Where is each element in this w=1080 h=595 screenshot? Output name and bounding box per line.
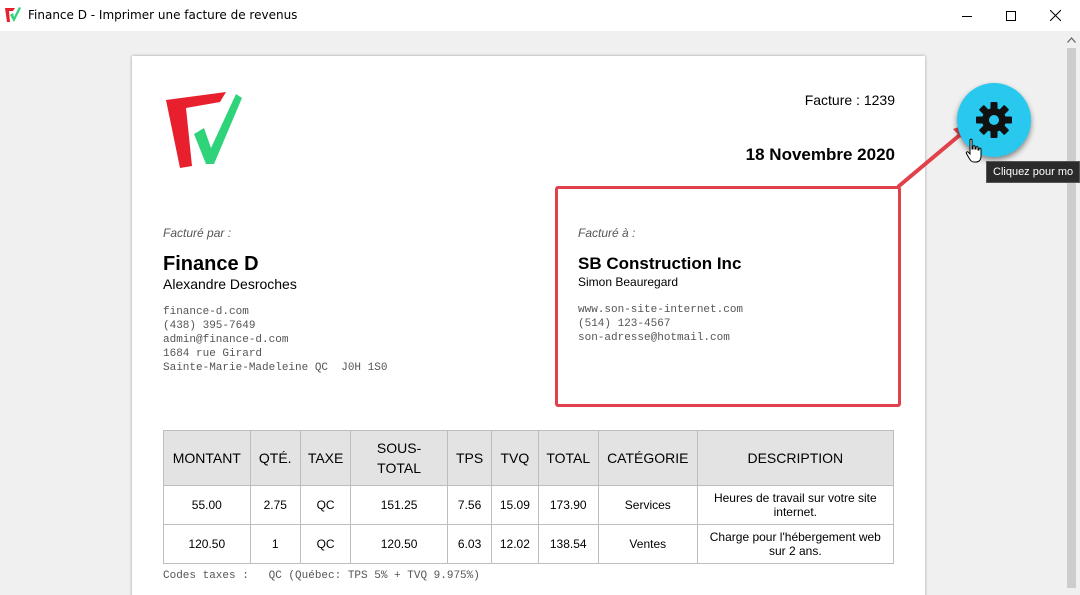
- cell-description: Heures de travail sur votre site interne…: [696, 485, 895, 525]
- col-header-subtotal: SOUS-TOTAL: [350, 430, 448, 486]
- chevron-up-icon: [1067, 36, 1076, 43]
- cell-total: 138.54: [537, 524, 599, 564]
- billed-by-label: Facturé par :: [163, 226, 232, 240]
- col-header-category: CATÉGORIE: [597, 430, 698, 486]
- client-highlight-box: [555, 186, 901, 407]
- cell-tps: 7.56: [446, 485, 493, 525]
- cell-total: 173.90: [537, 485, 599, 525]
- minimize-icon: [962, 15, 972, 17]
- col-header-description: DESCRIPTION: [696, 430, 895, 486]
- scroll-up-button[interactable]: [1063, 31, 1080, 48]
- maximize-button[interactable]: [988, 0, 1034, 31]
- cell-subtotal: 151.25: [350, 485, 448, 525]
- cell-tax: QC: [299, 485, 352, 525]
- close-button[interactable]: [1032, 0, 1078, 31]
- gear-icon: [976, 102, 1012, 138]
- col-header-tps: TPS: [446, 430, 493, 486]
- seller-details: finance-d.com (438) 395-7649 admin@finan…: [163, 306, 388, 374]
- invoice-number-label: Facture :: [804, 92, 860, 108]
- finance-d-logo: [166, 92, 242, 168]
- col-header-total: TOTAL: [537, 430, 599, 486]
- cell-tps: 6.03: [446, 524, 493, 564]
- cell-category: Ventes: [597, 524, 698, 564]
- tax-codes-note: Codes taxes : QC (Québec: TPS 5% + TVQ 9…: [163, 570, 480, 582]
- invoice-number: Facture : 1239: [805, 92, 895, 108]
- cell-quantity: 2.75: [249, 485, 301, 525]
- cell-tvq: 12.02: [491, 524, 539, 564]
- invoice-items-table: MONTANT QTÉ. TAXE SOUS-TOTAL TPS TVQ TOT…: [163, 430, 895, 564]
- close-icon: [1049, 10, 1061, 21]
- cell-quantity: 1: [249, 524, 301, 564]
- cell-tvq: 15.09: [491, 485, 539, 525]
- vertical-scrollbar[interactable]: [1063, 31, 1080, 595]
- cell-category: Services: [597, 485, 698, 525]
- cell-description: Charge pour l'hébergement web sur 2 ans.: [696, 524, 895, 564]
- invoice-date: 18 Novembre 2020: [745, 145, 895, 164]
- scroll-thumb[interactable]: [1067, 48, 1076, 588]
- cell-tax: QC: [299, 524, 352, 564]
- maximize-icon: [1006, 10, 1016, 21]
- col-header-quantity: QTÉ.: [249, 430, 301, 486]
- finance-d-logo-icon: [5, 7, 21, 22]
- col-header-amount: MONTANT: [163, 430, 251, 486]
- invoice-number-value: 1239: [863, 92, 895, 108]
- table-row: 55.00 2.75 QC 151.25 7.56 15.09 173.90 S…: [163, 485, 895, 525]
- col-header-tvq: TVQ: [491, 430, 539, 486]
- settings-tooltip: Cliquez pour mo: [986, 161, 1080, 183]
- col-header-tax: TAXE: [299, 430, 352, 486]
- cell-amount: 120.50: [163, 524, 251, 564]
- table-header-row: MONTANT QTÉ. TAXE SOUS-TOTAL TPS TVQ TOT…: [163, 430, 895, 486]
- cell-amount: 55.00: [163, 485, 251, 525]
- minimize-button[interactable]: [944, 0, 990, 31]
- seller-company-name: Finance D: [163, 253, 259, 275]
- hand-cursor-icon: [965, 138, 982, 163]
- title-bar: Finance D - Imprimer une facture de reve…: [0, 0, 1080, 31]
- window-title: Finance D - Imprimer une facture de reve…: [28, 8, 298, 22]
- cell-subtotal: 120.50: [350, 524, 448, 564]
- table-row: 120.50 1 QC 120.50 6.03 12.02 138.54 Ven…: [163, 524, 895, 564]
- seller-contact-name: Alexandre Desroches: [163, 276, 297, 292]
